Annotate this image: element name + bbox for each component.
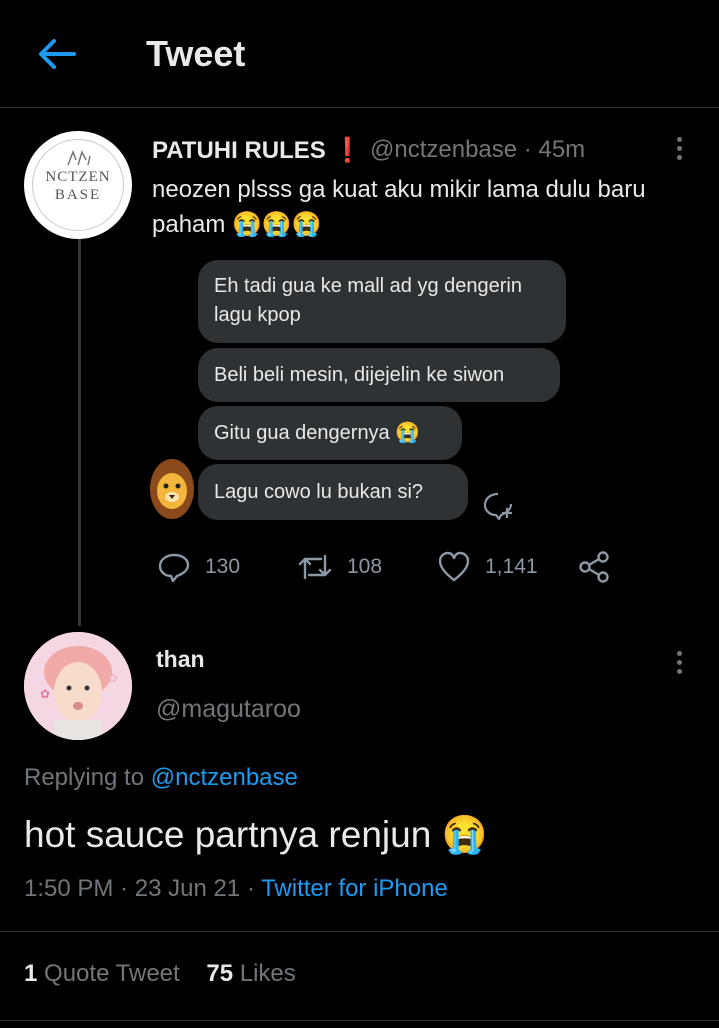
- avatar-brand-line2: BASE: [54, 187, 102, 203]
- tweet-time: 45m: [538, 136, 586, 163]
- reply-time: 1:50 PM: [24, 875, 114, 902]
- quote-tweets-link[interactable]: 1 Quote Tweet: [24, 960, 180, 987]
- tweet-media[interactable]: [150, 238, 550, 239]
- author-name[interactable]: PATUHI RULES ❗: [152, 136, 362, 165]
- avatar-brand-line1: NCTZEN: [45, 169, 111, 185]
- back-button[interactable]: [36, 36, 78, 72]
- reply-author-handle[interactable]: @magutaroo: [156, 695, 301, 724]
- reply-icon: [158, 553, 190, 583]
- chat-bubble-4: Lagu cowo lu bukan si?: [198, 464, 468, 520]
- thread-line: [78, 238, 81, 626]
- avatar[interactable]: NCTZEN BASE: [24, 131, 132, 239]
- svg-text:✿: ✿: [40, 687, 50, 701]
- reply-button[interactable]: 130: [157, 550, 240, 584]
- reply-author-name[interactable]: than: [156, 646, 205, 673]
- replying-to: Replying to @nctzenbase: [24, 764, 298, 792]
- arrow-left-icon: [39, 39, 76, 69]
- author-handle: @nctzenbase: [370, 136, 518, 163]
- avatar[interactable]: ✿ ✿: [24, 632, 132, 740]
- replying-label: Replying to: [24, 764, 145, 791]
- likes-count: 75: [206, 960, 234, 987]
- header-divider: [0, 107, 719, 108]
- stats-divider-top: [0, 931, 719, 932]
- quote-count: 1: [24, 960, 38, 987]
- page-title: Tweet: [146, 33, 246, 74]
- likes-label: Likes: [239, 960, 296, 987]
- author-name-text: PATUHI RULES: [152, 137, 326, 164]
- chat-bubble-1: Eh tadi gua ke mall ad yg dengerin lagu …: [198, 260, 566, 343]
- reply-date: 23 Jun 21: [134, 875, 241, 902]
- author-badge: ❗: [332, 136, 363, 164]
- stats-divider-bottom: [0, 1020, 719, 1021]
- quote-label: Quote Tweet: [44, 960, 180, 987]
- add-reaction-icon[interactable]: [481, 488, 515, 522]
- author-handle-line: @nctzenbase · 45m: [370, 136, 585, 164]
- source-link[interactable]: Twitter for iPhone: [261, 875, 448, 902]
- replying-handle-link[interactable]: @nctzenbase: [151, 764, 298, 791]
- like-button[interactable]: 1,141: [437, 550, 538, 584]
- chat-bubble-3: Gitu gua dengernya 😭: [198, 406, 462, 460]
- reply-count: 130: [205, 555, 241, 578]
- retweet-icon: [298, 554, 332, 580]
- more-options-icon[interactable]: [668, 647, 690, 677]
- reply-meta: 1:50 PM · 23 Jun 21 · Twitter for iPhone: [24, 875, 448, 903]
- retweet-count: 108: [347, 555, 383, 578]
- reply-text: hot sauce partnya renjun 😭: [24, 814, 488, 855]
- retweet-button[interactable]: 108: [297, 550, 382, 584]
- more-options-icon[interactable]: [668, 133, 690, 163]
- engagement-stats: 1 Quote Tweet 75 Likes: [24, 960, 296, 988]
- lion-sticker-icon: [150, 457, 196, 521]
- heart-icon: [438, 551, 470, 582]
- tweet-text: neozen plsss ga kuat aku mikir lama dulu…: [152, 176, 646, 238]
- share-icon: [579, 551, 609, 583]
- chat-bubble-2: Beli beli mesin, dijejelin ke siwon: [198, 348, 560, 402]
- separator-dot: ·: [523, 136, 532, 163]
- likes-link[interactable]: 75 Likes: [206, 960, 295, 987]
- like-count: 1,141: [485, 555, 538, 578]
- hands-logo-icon: [67, 149, 91, 166]
- separator-dot: ·: [246, 875, 255, 902]
- separator-dot: ·: [120, 875, 129, 902]
- svg-text:✿: ✿: [108, 671, 118, 685]
- share-button[interactable]: [578, 550, 612, 584]
